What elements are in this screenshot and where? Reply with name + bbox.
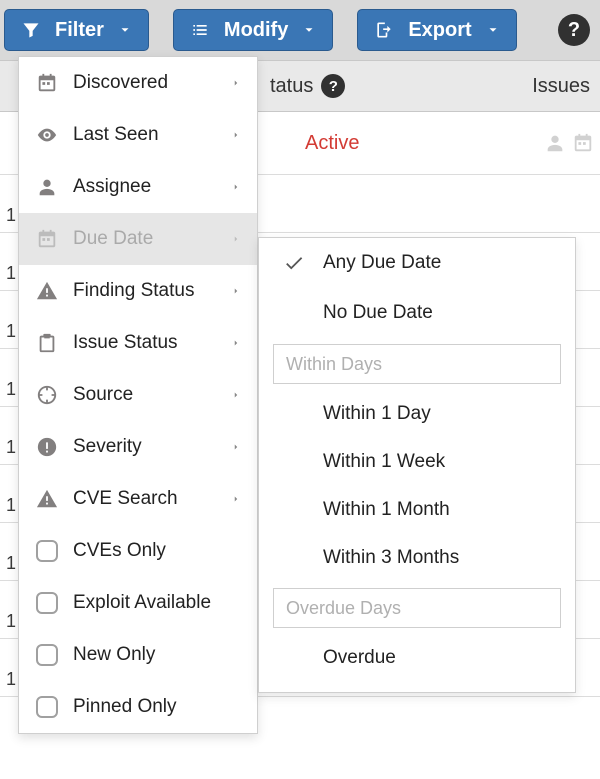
menu-item-label: Pinned Only xyxy=(73,696,257,718)
submenu-label: No Due Date xyxy=(323,302,433,324)
checkbox-icon xyxy=(36,540,58,562)
calendar-icon xyxy=(572,132,594,154)
menu-item-label: CVE Search xyxy=(73,488,227,510)
eye-icon xyxy=(36,124,58,146)
submenu-overdue[interactable]: Overdue xyxy=(259,634,575,682)
export-icon xyxy=(374,20,394,40)
submenu-label: Within 1 Month xyxy=(323,499,450,521)
menu-item-label: New Only xyxy=(73,644,257,666)
caret-right-icon xyxy=(231,440,241,454)
submenu-within-1-month[interactable]: Within 1 Month xyxy=(259,486,575,534)
within-days-input[interactable] xyxy=(273,344,561,384)
menu-item-label: Issue Status xyxy=(73,332,227,354)
caret-down-icon xyxy=(302,23,316,37)
caret-right-icon xyxy=(231,180,241,194)
checkbox-icon xyxy=(36,696,58,718)
row-id-fragment: 1 xyxy=(6,437,16,458)
menu-item-last-seen[interactable]: Last Seen xyxy=(19,109,257,161)
menu-item-label: CVEs Only xyxy=(73,540,257,562)
submenu-label: Within 1 Day xyxy=(323,403,431,425)
menu-item-label: Exploit Available xyxy=(73,592,257,614)
menu-item-label: Severity xyxy=(73,436,227,458)
menu-item-new-only[interactable]: New Only xyxy=(19,629,257,681)
warning-icon xyxy=(36,280,58,302)
filter-dropdown: Discovered Last Seen Assignee Due Date F… xyxy=(18,56,258,734)
row-id-fragment: 1 xyxy=(6,611,16,632)
clipboard-icon xyxy=(36,332,58,354)
menu-item-label: Source xyxy=(73,384,227,406)
modify-button[interactable]: Modify xyxy=(173,9,333,51)
person-icon xyxy=(36,176,58,198)
calendar-icon xyxy=(36,72,58,94)
row-id-fragment: 1 xyxy=(6,553,16,574)
warning-icon xyxy=(36,488,58,510)
caret-down-icon xyxy=(118,23,132,37)
submenu-label: Overdue xyxy=(323,647,396,669)
row-id-fragment: 1 xyxy=(6,669,16,690)
overdue-days-input[interactable] xyxy=(273,588,561,628)
caret-right-icon xyxy=(231,492,241,506)
caret-right-icon xyxy=(231,336,241,350)
menu-item-label: Finding Status xyxy=(73,280,227,302)
exclaim-circle-icon xyxy=(36,436,58,458)
menu-item-issue-status[interactable]: Issue Status xyxy=(19,317,257,369)
person-icon xyxy=(544,132,566,154)
caret-down-icon xyxy=(486,23,500,37)
export-button-label: Export xyxy=(408,19,471,42)
row-id-fragment: 1 xyxy=(6,263,16,284)
menu-item-assignee[interactable]: Assignee xyxy=(19,161,257,213)
filter-button-label: Filter xyxy=(55,19,104,42)
submenu-label: Within 3 Months xyxy=(323,547,459,569)
submenu-any-due-date[interactable]: Any Due Date xyxy=(259,238,575,288)
submenu-within-3-months[interactable]: Within 3 Months xyxy=(259,534,575,582)
row-id-fragment: 1 xyxy=(6,495,16,516)
menu-item-label: Discovered xyxy=(73,72,227,94)
status-active-label: Active xyxy=(305,132,359,155)
list-icon xyxy=(190,20,210,40)
menu-item-label: Assignee xyxy=(73,176,227,198)
menu-item-cve-search[interactable]: CVE Search xyxy=(19,473,257,525)
row-id-fragment: 1 xyxy=(6,321,16,342)
caret-right-icon xyxy=(231,388,241,402)
caret-right-icon xyxy=(231,232,241,246)
help-icon[interactable]: ? xyxy=(558,14,590,46)
submenu-within-1-week[interactable]: Within 1 Week xyxy=(259,438,575,486)
caret-right-icon xyxy=(231,284,241,298)
calendar-icon xyxy=(36,228,58,250)
toolbar: Filter Modify Export ? xyxy=(0,0,600,60)
submenu-within-1-day[interactable]: Within 1 Day xyxy=(259,390,575,438)
menu-item-discovered[interactable]: Discovered xyxy=(19,57,257,109)
submenu-label: Within 1 Week xyxy=(323,451,445,473)
due-date-submenu: Any Due Date No Due Date Within 1 Day Wi… xyxy=(258,237,576,693)
row-id-fragment: 1 xyxy=(6,379,16,400)
menu-item-due-date[interactable]: Due Date xyxy=(19,213,257,265)
filter-button[interactable]: Filter xyxy=(4,9,149,51)
menu-item-exploit-available[interactable]: Exploit Available xyxy=(19,577,257,629)
row-id-fragment: 1 xyxy=(6,205,16,226)
menu-item-finding-status[interactable]: Finding Status xyxy=(19,265,257,317)
menu-item-pinned-only[interactable]: Pinned Only xyxy=(19,681,257,733)
help-icon[interactable]: ? xyxy=(321,74,345,98)
submenu-label: Any Due Date xyxy=(323,252,441,274)
menu-item-source[interactable]: Source xyxy=(19,369,257,421)
menu-item-label: Due Date xyxy=(73,228,227,250)
submenu-no-due-date[interactable]: No Due Date xyxy=(259,288,575,338)
menu-item-cves-only[interactable]: CVEs Only xyxy=(19,525,257,577)
check-icon xyxy=(283,252,305,274)
crosshair-icon xyxy=(36,384,58,406)
menu-item-label: Last Seen xyxy=(73,124,227,146)
modify-button-label: Modify xyxy=(224,19,288,42)
caret-right-icon xyxy=(231,76,241,90)
column-issues-label: Issues xyxy=(532,75,590,98)
menu-item-severity[interactable]: Severity xyxy=(19,421,257,473)
checkbox-icon xyxy=(36,592,58,614)
checkbox-icon xyxy=(36,644,58,666)
export-button[interactable]: Export xyxy=(357,9,516,51)
caret-right-icon xyxy=(231,128,241,142)
column-status-label: tatus xyxy=(270,75,313,98)
funnel-icon xyxy=(21,20,41,40)
row-icons xyxy=(544,132,594,154)
